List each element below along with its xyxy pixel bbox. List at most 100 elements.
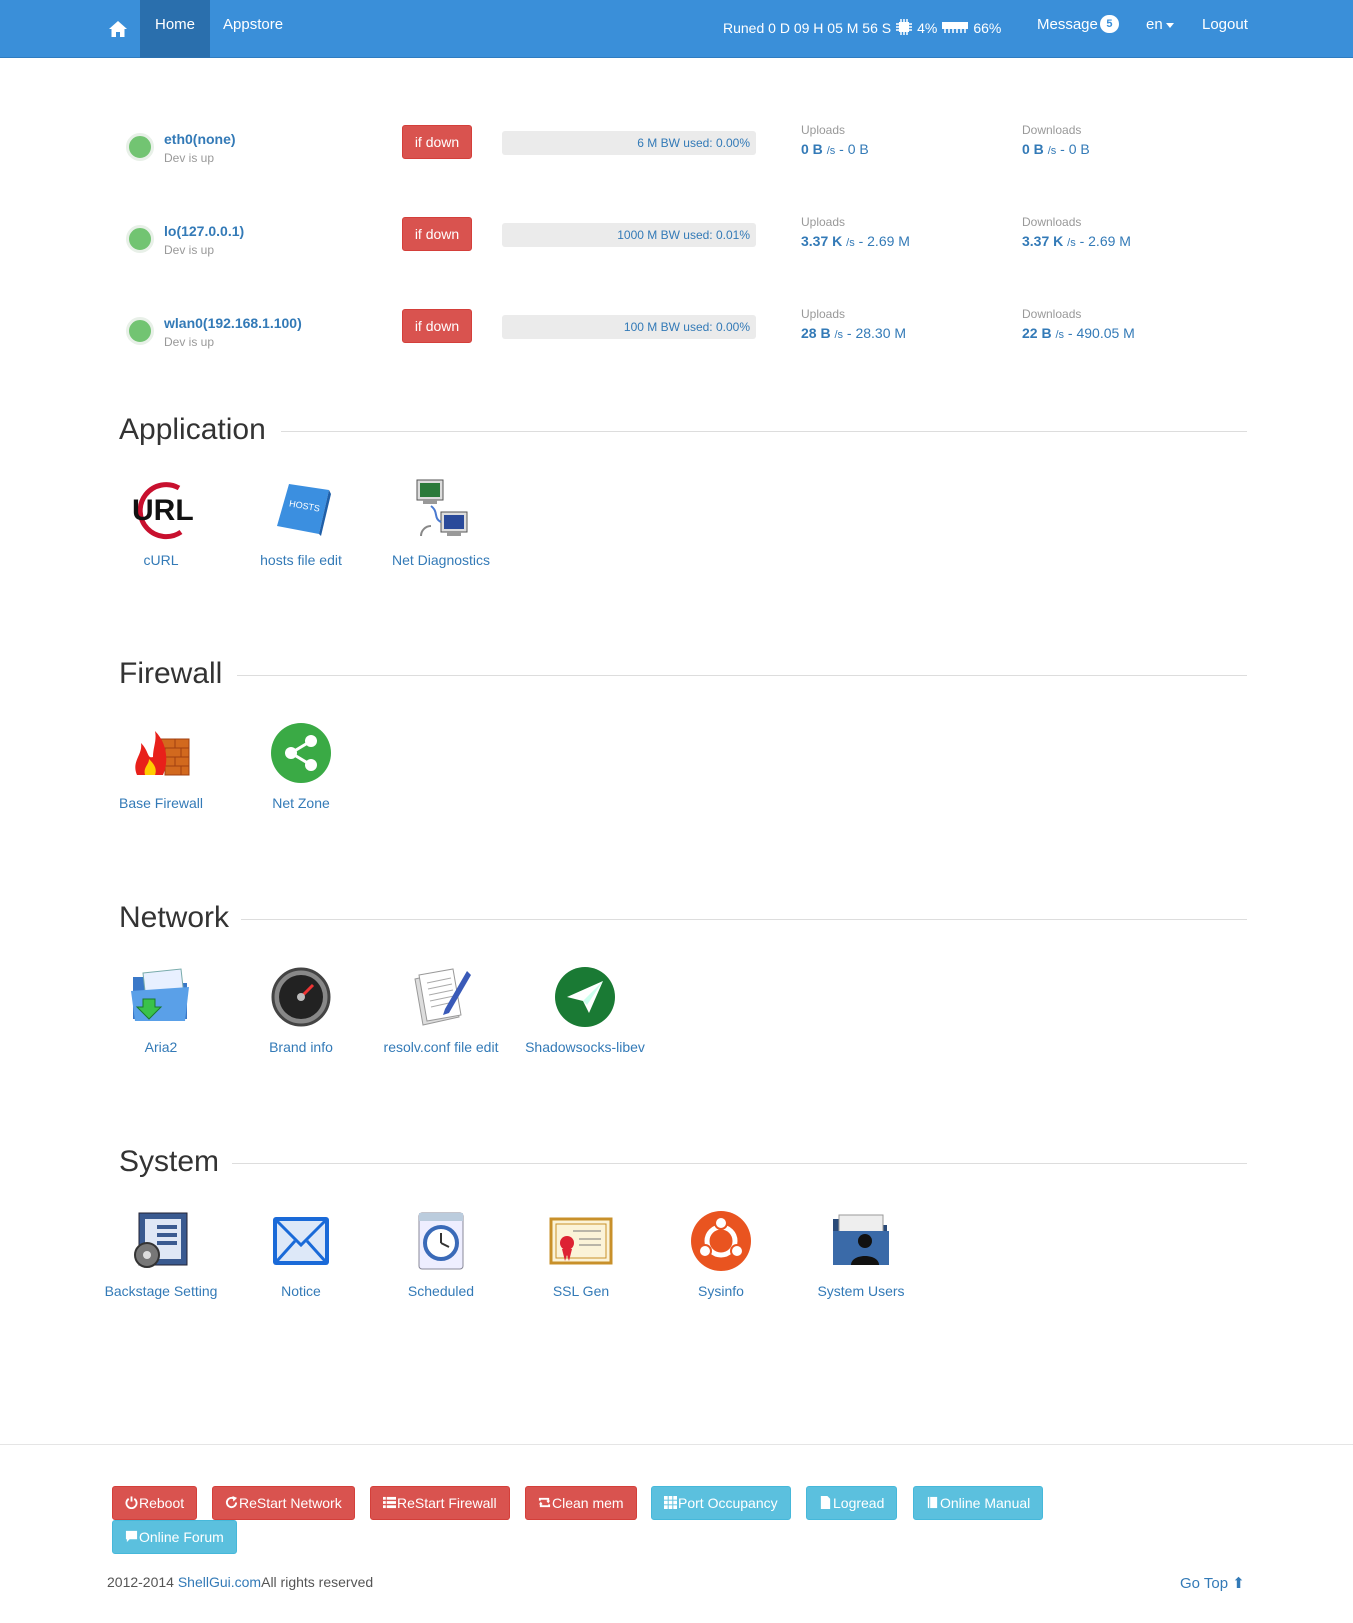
- app-system-users[interactable]: System Users: [791, 1209, 931, 1301]
- download-unit: /s: [1055, 329, 1065, 341]
- if-down-button[interactable]: if down: [402, 217, 472, 251]
- upload-unit: /s: [846, 237, 855, 249]
- downloads-label: Downloads: [1022, 215, 1082, 229]
- upload-rate: 0 B: [801, 141, 823, 157]
- user-folder-icon: [829, 1209, 893, 1273]
- app-label: Aria2: [144, 1039, 178, 1055]
- go-top-label: Go Top: [1180, 1575, 1229, 1592]
- port-occupancy-button[interactable]: Port Occupancy: [651, 1486, 791, 1520]
- upload-total: - 28.30 M: [843, 325, 907, 341]
- download-folder-icon: [129, 965, 193, 1029]
- download-rate: 3.37 K: [1022, 233, 1064, 249]
- chevron-down-icon: [1165, 22, 1174, 28]
- downloads-label: Downloads: [1022, 123, 1082, 137]
- reboot-button[interactable]: Reboot: [112, 1486, 198, 1520]
- upload-unit: /s: [834, 329, 844, 341]
- download-rate: 0 B: [1022, 141, 1044, 157]
- online-manual-button[interactable]: Online Manual: [913, 1486, 1044, 1520]
- download-unit: /s: [1067, 237, 1076, 249]
- downloads-value: 0 B /s - 0 B: [1022, 141, 1090, 157]
- book-icon: [927, 1496, 938, 1509]
- app-curl[interactable]: URL cURL: [91, 478, 231, 570]
- clock-document-icon: [409, 1209, 473, 1273]
- app-brand-info[interactable]: Brand info: [231, 965, 371, 1057]
- arrow-up-icon: ⬆: [1232, 1575, 1245, 1592]
- app-label: Brand info: [269, 1039, 333, 1055]
- app-label: resolv.conf file edit: [383, 1039, 499, 1055]
- document-edit-icon: [409, 965, 473, 1029]
- power-icon: [125, 1496, 138, 1509]
- top-navbar: Home Appstore Runed 0 D 09 H 05 M 56 S 4…: [0, 0, 1353, 58]
- upload-rate: 28 B: [801, 325, 831, 341]
- app-scheduled[interactable]: Scheduled: [371, 1209, 511, 1301]
- copyright-text: 2012-2014 ShellGui.comAll rights reserve…: [107, 1574, 373, 1590]
- refresh-icon: [225, 1496, 238, 1509]
- app-base-firewall[interactable]: Base Firewall: [91, 721, 231, 813]
- clean-mem-button[interactable]: Clean mem: [525, 1486, 637, 1520]
- app-label: Notice: [281, 1283, 321, 1299]
- app-net-zone[interactable]: Net Zone: [231, 721, 371, 813]
- messages-label: Message: [1037, 16, 1098, 33]
- logread-label: Logread: [833, 1495, 885, 1511]
- online-forum-button[interactable]: Online Forum: [112, 1520, 237, 1554]
- tab-appstore[interactable]: Appstore: [208, 0, 298, 58]
- messages-link[interactable]: Message 5: [1037, 0, 1119, 50]
- uptime-text: Runed 0 D 09 H 05 M 56 S: [723, 20, 892, 36]
- app-shadowsocks-libev[interactable]: Shadowsocks-libev: [515, 965, 655, 1057]
- uploads-label: Uploads: [801, 215, 846, 229]
- interface-name[interactable]: wlan0(192.168.1.100): [164, 315, 302, 331]
- section-title-system: System: [119, 1145, 220, 1178]
- if-down-button[interactable]: if down: [402, 309, 472, 343]
- app-notice[interactable]: Notice: [231, 1209, 371, 1301]
- uploads-label: Uploads: [801, 123, 846, 137]
- firewall-icon: [129, 721, 193, 785]
- grid-icon: [664, 1496, 677, 1509]
- app-resolv-conf-edit[interactable]: resolv.conf file edit: [371, 965, 511, 1057]
- bandwidth-bar: 1000 M BW used: 0.01%: [502, 223, 756, 247]
- bandwidth-bar: 100 M BW used: 0.00%: [502, 315, 756, 339]
- download-total: - 0 B: [1056, 141, 1090, 157]
- shellgui-link[interactable]: ShellGui.com: [178, 1574, 261, 1590]
- bandwidth-text: 100 M BW used: 0.00%: [623, 320, 750, 334]
- tab-home[interactable]: Home: [140, 0, 211, 58]
- comment-icon: [125, 1530, 138, 1543]
- reboot-label: Reboot: [139, 1495, 185, 1511]
- language-label: en: [1146, 16, 1163, 33]
- app-net-diagnostics[interactable]: Net Diagnostics: [371, 478, 511, 570]
- section-title-network: Network: [119, 901, 230, 934]
- upload-total: - 2.69 M: [854, 233, 910, 249]
- logread-button[interactable]: Logread: [806, 1486, 898, 1520]
- interface-name[interactable]: eth0(none): [164, 131, 236, 147]
- home-icon[interactable]: [100, 0, 136, 58]
- if-down-button[interactable]: if down: [402, 125, 472, 159]
- app-backstage-setting[interactable]: Backstage Setting: [91, 1209, 231, 1301]
- logout-link[interactable]: Logout: [1202, 0, 1248, 50]
- app-sysinfo[interactable]: Sysinfo: [651, 1209, 791, 1301]
- online-manual-label: Online Manual: [940, 1495, 1031, 1511]
- settings-gear-icon: [129, 1209, 193, 1273]
- app-hosts-file-edit[interactable]: HOSTS hosts file edit: [231, 478, 371, 570]
- uploads-label: Uploads: [801, 307, 846, 321]
- status-indicator-icon: [126, 133, 154, 161]
- downloads-label: Downloads: [1022, 307, 1082, 321]
- app-aria2[interactable]: Aria2: [91, 965, 231, 1057]
- restart-firewall-button[interactable]: ReStart Firewall: [370, 1486, 510, 1520]
- app-label: Net Zone: [272, 795, 330, 811]
- language-dropdown[interactable]: en: [1146, 0, 1174, 50]
- restart-network-button[interactable]: ReStart Network: [212, 1486, 355, 1520]
- bandwidth-bar: 6 M BW used: 0.00%: [502, 131, 756, 155]
- envelope-icon: [269, 1209, 333, 1273]
- uploads-value: 28 B /s - 28.30 M: [801, 325, 906, 341]
- online-forum-label: Online Forum: [139, 1529, 224, 1545]
- status-indicator-icon: [126, 225, 154, 253]
- interface-name[interactable]: lo(127.0.0.1): [164, 223, 244, 239]
- share-icon: [269, 721, 333, 785]
- app-ssl-gen[interactable]: SSL Gen: [511, 1209, 651, 1301]
- ubuntu-icon: [689, 1209, 753, 1273]
- gauge-icon: [269, 965, 333, 1029]
- restart-network-label: ReStart Network: [239, 1495, 342, 1511]
- cpu-usage: 4%: [917, 20, 938, 36]
- curl-logo-text: URL: [132, 494, 193, 527]
- go-top-link[interactable]: Go Top ⬆: [1180, 1574, 1245, 1592]
- copyright-suffix: All rights reserved: [261, 1574, 374, 1590]
